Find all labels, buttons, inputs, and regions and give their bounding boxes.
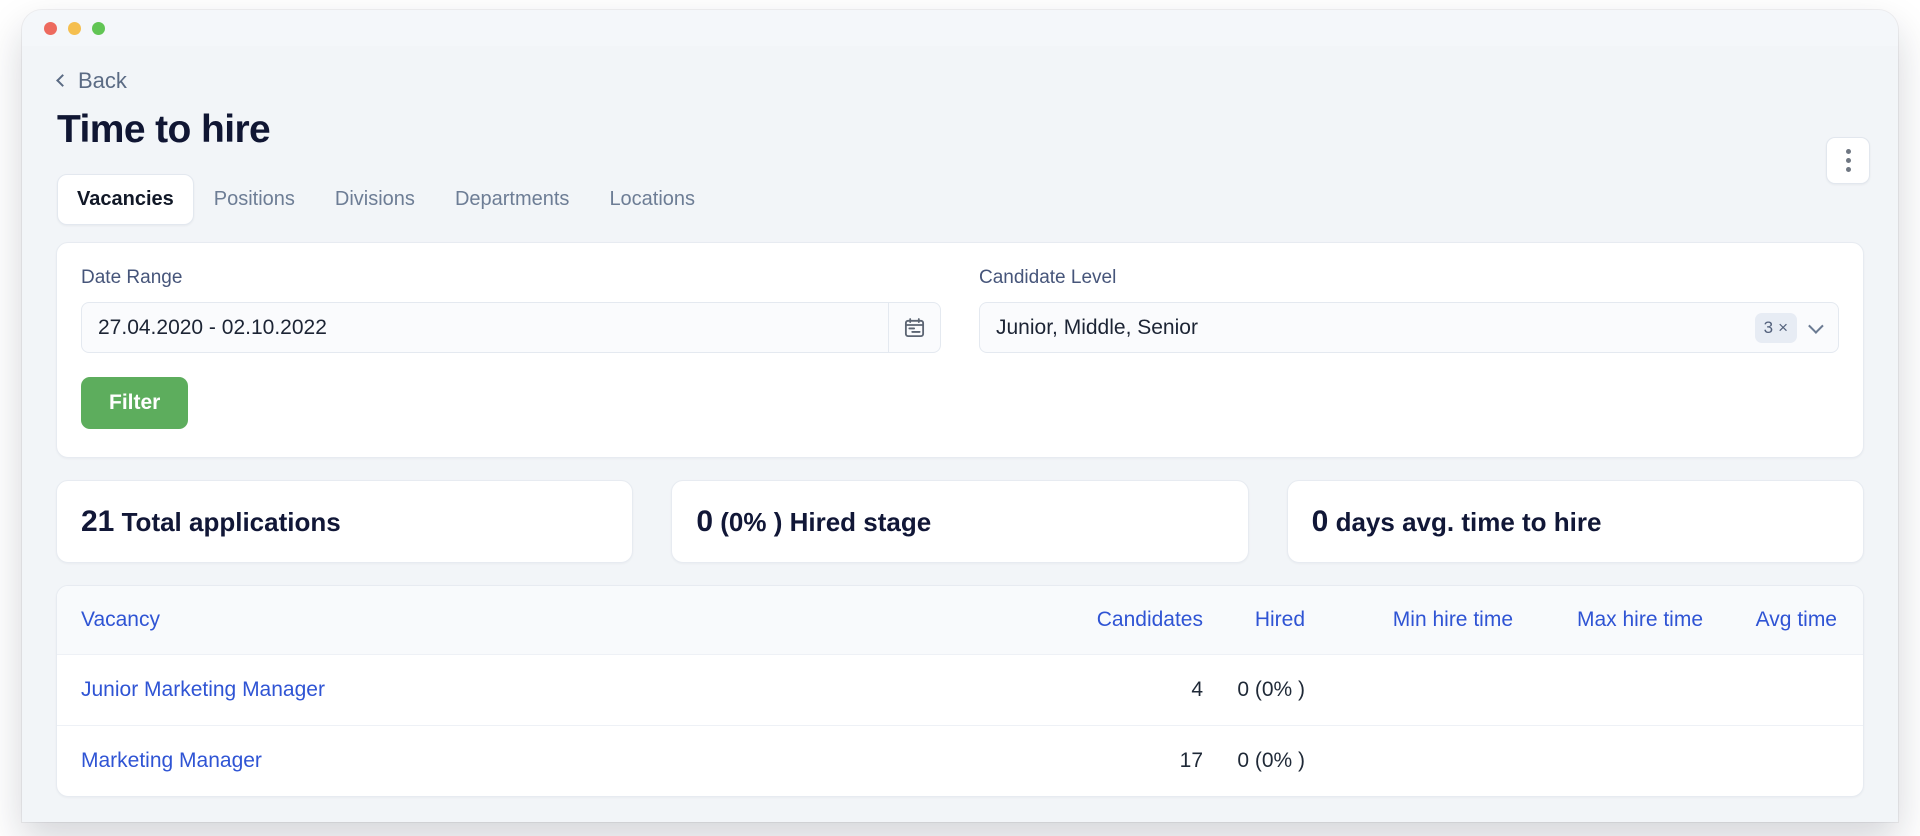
date-range-field: Date Range 27.04.2020 - 02.10.2022 <box>81 267 941 353</box>
chevron-left-icon <box>56 74 69 87</box>
date-range-value: 27.04.2020 - 02.10.2022 <box>98 315 327 339</box>
column-header-min-hire-time[interactable]: Min hire time <box>1323 586 1513 655</box>
stat-card-total-applications: 21 Total applications <box>56 480 634 563</box>
min-hire-time-value <box>1323 654 1513 726</box>
back-button-label: Back <box>78 68 127 93</box>
tab-label: Divisions <box>334 188 415 210</box>
candidates-value: 17 <box>1013 725 1203 796</box>
tab-label: Locations <box>609 188 696 210</box>
kebab-menu-icon <box>1845 167 1851 172</box>
summary-stats-row: 21 Total applications 0 (0% ) Hired stag… <box>56 480 1864 563</box>
window-titlebar <box>22 10 1898 46</box>
table-row: Junior Marketing Manager 4 0 (0% ) <box>57 654 1863 726</box>
column-header-candidates[interactable]: Candidates <box>1013 586 1203 655</box>
tab-vacancies[interactable]: Vacancies <box>57 174 194 225</box>
tab-locations[interactable]: Locations <box>589 174 715 225</box>
stat-value: 0 <box>1311 504 1329 538</box>
tab-label: Vacancies <box>77 188 174 210</box>
app-window: Back Time to hire Vacancies Positions Di… <box>22 10 1898 822</box>
page-title: Time to hire <box>57 108 271 151</box>
filter-submit-button[interactable]: Filter <box>81 377 189 429</box>
calendar-icon-button[interactable] <box>888 303 940 352</box>
column-header-avg-time[interactable]: Avg time <box>1703 586 1863 655</box>
hired-value: 0 (0% ) <box>1203 654 1323 726</box>
column-header-hired[interactable]: Hired <box>1203 586 1323 655</box>
window-maximize-button[interactable] <box>92 21 105 35</box>
vacancies-table-card: Vacancy Candidates Hired Min hire time M… <box>56 585 1864 797</box>
stat-card-hired-stage: 0 (0% ) Hired stage <box>671 480 1249 563</box>
candidates-value: 4 <box>1013 654 1203 726</box>
filter-panel: Date Range 27.04.2020 - 02.10.2022 Candi… <box>56 242 1864 458</box>
overflow-menu-button[interactable] <box>1826 137 1870 184</box>
kebab-menu-icon <box>1845 149 1851 154</box>
selected-count-badge[interactable]: 3 × <box>1754 312 1797 343</box>
back-button[interactable]: Back <box>56 68 127 94</box>
avg-time-value <box>1703 654 1863 726</box>
candidate-level-field: Candidate Level Junior, Middle, Senior 3… <box>979 267 1839 353</box>
window-close-button[interactable] <box>44 21 57 35</box>
table-header: Vacancy Candidates Hired Min hire time M… <box>57 586 1863 655</box>
stat-value: 21 <box>81 504 115 538</box>
candidate-level-label: Candidate Level <box>979 267 1117 288</box>
tab-departments[interactable]: Departments <box>435 174 590 225</box>
page-body: Back Time to hire Vacancies Positions Di… <box>22 46 1898 797</box>
date-range-input[interactable]: 27.04.2020 - 02.10.2022 <box>81 302 941 353</box>
table-header-row: Vacancy Candidates Hired Min hire time M… <box>57 586 1863 655</box>
tab-positions[interactable]: Positions <box>194 174 315 225</box>
calendar-icon <box>904 318 925 338</box>
stat-label: Total applications <box>121 506 341 537</box>
window-minimize-button[interactable] <box>68 21 81 35</box>
vacancy-link[interactable]: Marketing Manager <box>57 725 1013 796</box>
avg-time-value <box>1703 725 1863 796</box>
min-hire-time-value <box>1323 725 1513 796</box>
column-header-max-hire-time[interactable]: Max hire time <box>1513 586 1703 655</box>
selected-count: 3 <box>1763 317 1774 337</box>
tab-divisions[interactable]: Divisions <box>315 174 435 225</box>
kebab-menu-icon <box>1845 158 1851 163</box>
chevron-down-icon[interactable] <box>1808 318 1824 334</box>
table-body: Junior Marketing Manager 4 0 (0% ) Marke… <box>57 654 1863 796</box>
tab-bar: Vacancies Positions Divisions Department… <box>57 174 1864 225</box>
stat-card-avg-time-to-hire: 0 days avg. time to hire <box>1286 480 1864 563</box>
tab-label: Positions <box>213 188 295 210</box>
vacancy-link[interactable]: Junior Marketing Manager <box>57 654 1013 726</box>
table-row: Marketing Manager 17 0 (0% ) <box>57 725 1863 796</box>
candidate-level-select[interactable]: Junior, Middle, Senior 3 × <box>979 302 1839 353</box>
hired-value: 0 (0% ) <box>1203 725 1323 796</box>
vacancies-table: Vacancy Candidates Hired Min hire time M… <box>57 586 1863 796</box>
stat-label: (0% ) Hired stage <box>720 506 932 537</box>
date-range-label: Date Range <box>81 267 183 288</box>
max-hire-time-value <box>1513 725 1703 796</box>
column-header-vacancy[interactable]: Vacancy <box>57 586 1013 655</box>
stat-value: 0 <box>696 504 714 538</box>
tab-label: Departments <box>454 188 570 210</box>
max-hire-time-value <box>1513 654 1703 726</box>
clear-selection-icon[interactable]: × <box>1778 318 1788 338</box>
stat-label: days avg. time to hire <box>1335 506 1602 537</box>
candidate-level-value: Junior, Middle, Senior <box>996 315 1198 339</box>
